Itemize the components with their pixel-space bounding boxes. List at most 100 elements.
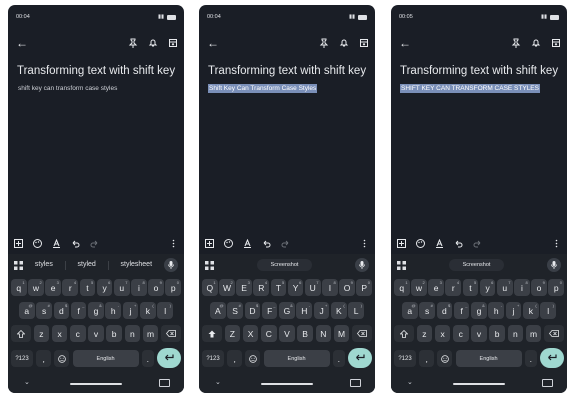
key-k[interactable]: k( <box>523 302 539 319</box>
key-f[interactable]: F _ <box>261 302 278 319</box>
key-z[interactable]: z <box>416 325 433 342</box>
key-t[interactable]: T5 <box>270 279 287 296</box>
text-format-icon[interactable] <box>435 238 444 248</box>
key-h[interactable]: h- <box>105 302 122 319</box>
undo-icon[interactable] <box>454 239 463 248</box>
symbols-key[interactable]: ?123 <box>11 350 33 367</box>
key-i[interactable]: i8 <box>514 279 530 296</box>
mic-icon[interactable] <box>547 258 561 272</box>
hide-keyboard-chevron-icon[interactable]: ⌄ <box>215 378 221 386</box>
key-b[interactable]: B <box>297 325 313 342</box>
comma-key[interactable]: , <box>419 350 435 367</box>
shift-key[interactable] <box>394 325 414 342</box>
key-z[interactable]: z <box>33 325 50 342</box>
symbols-key[interactable]: ?123 <box>202 350 224 367</box>
key-n[interactable]: n <box>507 325 524 342</box>
palette-icon[interactable] <box>416 238 425 248</box>
text-format-icon[interactable] <box>52 238 61 248</box>
home-gesture-bar[interactable] <box>453 383 505 385</box>
enter-key[interactable] <box>539 348 564 368</box>
key-t[interactable]: t5 <box>79 279 96 296</box>
key-l[interactable]: L) <box>348 302 364 319</box>
key-a[interactable]: a @ <box>402 302 418 319</box>
key-k[interactable]: k( <box>140 302 156 319</box>
emoji-key[interactable] <box>245 350 261 367</box>
note-title[interactable]: Transforming text with shift key <box>208 65 366 77</box>
key-j[interactable]: J + <box>313 302 330 319</box>
key-e[interactable]: e3 <box>45 279 61 296</box>
add-box-icon[interactable] <box>397 238 406 248</box>
period-key[interactable]: . <box>332 350 345 367</box>
key-g[interactable]: G & <box>279 302 295 319</box>
key-i[interactable]: i8 <box>131 279 147 296</box>
key-j[interactable]: j + <box>122 302 139 319</box>
key-p[interactable]: p0 <box>165 279 181 296</box>
key-y[interactable]: y6 <box>96 279 113 296</box>
key-s[interactable]: s # <box>36 302 52 319</box>
key-a[interactable]: a @ <box>19 302 35 319</box>
text-format-icon[interactable] <box>243 238 252 248</box>
apps-grid-icon[interactable] <box>397 260 406 270</box>
screenshot-chip[interactable]: Screenshot <box>256 259 313 271</box>
suggestion-word[interactable]: stylesheet <box>121 261 153 270</box>
key-z[interactable]: Z <box>224 325 241 342</box>
space-key[interactable]: English <box>72 350 139 367</box>
archive-icon[interactable] <box>359 38 369 48</box>
key-u[interactable]: u7 <box>113 279 130 296</box>
backspace-key[interactable] <box>543 325 564 342</box>
key-o[interactable]: O9 <box>339 279 355 296</box>
note-body[interactable]: shift key can transform case styles <box>17 84 118 93</box>
keyboard-switch-icon[interactable] <box>159 379 170 387</box>
key-o[interactable]: o9 <box>531 279 547 296</box>
pin-icon[interactable] <box>128 38 138 48</box>
key-g[interactable]: g & <box>88 302 104 319</box>
key-w[interactable]: w2 <box>411 279 427 296</box>
key-y[interactable]: Y6 <box>287 279 304 296</box>
key-m[interactable]: m <box>142 325 159 342</box>
shift-key[interactable] <box>202 325 222 342</box>
key-r[interactable]: r4 <box>62 279 79 296</box>
key-a[interactable]: A @ <box>210 302 226 319</box>
key-p[interactable]: p0 <box>548 279 564 296</box>
pin-icon[interactable] <box>511 38 521 48</box>
key-f[interactable]: f _ <box>70 302 87 319</box>
key-v[interactable]: v <box>471 325 487 342</box>
key-t[interactable]: t5 <box>462 279 479 296</box>
period-key[interactable]: . <box>141 350 154 367</box>
symbols-key[interactable]: ?123 <box>394 350 416 367</box>
add-box-icon[interactable] <box>14 238 23 248</box>
mic-icon[interactable] <box>355 258 369 272</box>
key-p[interactable]: P0 <box>356 279 372 296</box>
redo-icon[interactable] <box>473 239 482 248</box>
backspace-key[interactable] <box>160 325 181 342</box>
key-b[interactable]: b <box>489 325 505 342</box>
suggestion-word[interactable]: styles <box>35 261 53 270</box>
key-q[interactable]: q1 <box>394 279 410 296</box>
space-key[interactable]: English <box>455 350 522 367</box>
key-n[interactable]: N <box>315 325 332 342</box>
hide-keyboard-chevron-icon[interactable]: ⌄ <box>24 378 30 386</box>
redo-icon[interactable] <box>281 239 290 248</box>
note-body[interactable]: SHIFT KEY CAN TRANSFORM CASE STYLES <box>400 84 540 93</box>
key-d[interactable]: D $ <box>244 302 261 319</box>
key-e[interactable]: E3 <box>236 279 252 296</box>
apps-grid-icon[interactable] <box>14 260 23 270</box>
hide-keyboard-chevron-icon[interactable]: ⌄ <box>407 378 413 386</box>
apps-grid-icon[interactable] <box>205 260 214 270</box>
key-c[interactable]: c <box>69 325 86 342</box>
back-arrow-icon[interactable]: ← <box>207 35 219 51</box>
pin-icon[interactable] <box>319 38 329 48</box>
reminder-bell-icon[interactable] <box>531 38 541 48</box>
key-i[interactable]: I8 <box>322 279 338 296</box>
key-k[interactable]: K( <box>331 302 347 319</box>
key-b[interactable]: b <box>106 325 122 342</box>
key-x[interactable]: x <box>51 325 68 342</box>
home-gesture-bar[interactable] <box>261 383 313 385</box>
reminder-bell-icon[interactable] <box>339 38 349 48</box>
enter-key[interactable] <box>156 348 181 368</box>
key-d[interactable]: d $ <box>436 302 453 319</box>
archive-icon[interactable] <box>168 38 178 48</box>
keyboard-switch-icon[interactable] <box>350 379 361 387</box>
key-m[interactable]: M <box>333 325 350 342</box>
more-options-icon[interactable] <box>552 239 561 248</box>
